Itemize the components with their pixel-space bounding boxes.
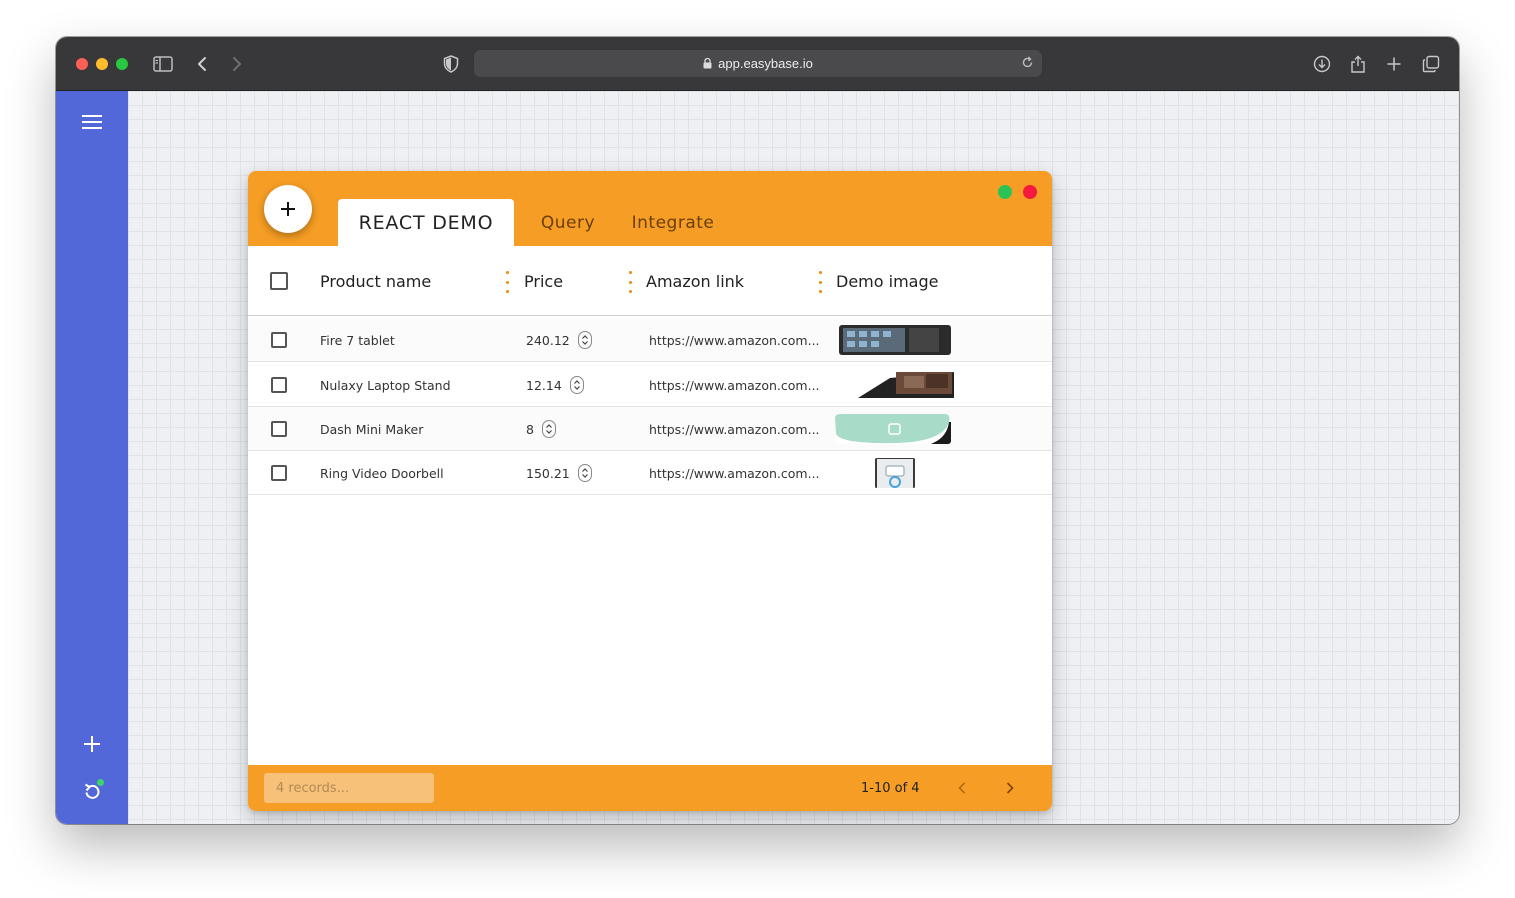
column-menu-icon[interactable] [628, 271, 632, 293]
price-value: 240.12 [526, 332, 570, 348]
menu-icon[interactable] [80, 110, 104, 134]
browser-titlebar: app.easybase.io [56, 37, 1459, 91]
price-stepper[interactable] [577, 464, 592, 482]
sidebar-toggle-icon[interactable] [150, 51, 176, 77]
row-checkbox[interactable] [271, 332, 287, 348]
mini-maker-image[interactable] [835, 414, 951, 444]
price-stepper[interactable] [541, 420, 556, 438]
column-header-product-name[interactable]: Product name [320, 246, 431, 316]
stepper-arrows-icon [581, 335, 588, 345]
table-card: REACT DEMO Query Integrate Product name … [248, 171, 1052, 811]
privacy-shield-icon[interactable] [438, 51, 464, 77]
download-icon[interactable] [1309, 51, 1335, 77]
add-icon[interactable] [80, 732, 104, 756]
workspace-canvas: REACT DEMO Query Integrate Product name … [128, 91, 1459, 824]
product-name-cell[interactable]: Ring Video Doorbell [320, 451, 444, 495]
column-menu-icon[interactable] [505, 271, 509, 293]
price-value: 12.14 [526, 377, 562, 393]
product-name-cell[interactable]: Nulaxy Laptop Stand [320, 363, 451, 407]
forward-arrow-icon[interactable] [224, 51, 250, 77]
card-footer: 1-10 of 4 [248, 765, 1052, 811]
column-header-price[interactable]: Price [524, 246, 563, 316]
status-dot-red[interactable] [1023, 185, 1037, 199]
video-doorbell-image[interactable] [874, 458, 916, 488]
tab-integrate[interactable]: Integrate [628, 199, 718, 246]
price-cell[interactable]: 12.14 [526, 363, 584, 407]
amazon-link-cell[interactable]: https://www.amazon.com... [649, 451, 820, 495]
stepper-arrows-icon [573, 380, 580, 390]
address-bar[interactable]: app.easybase.io [474, 50, 1042, 77]
select-all-checkbox[interactable] [270, 272, 288, 290]
plus-icon [281, 202, 295, 216]
sync-icon[interactable] [80, 779, 104, 803]
records-search-input[interactable] [264, 773, 434, 803]
row-checkbox[interactable] [271, 377, 287, 393]
new-tab-icon[interactable] [1381, 51, 1407, 77]
product-name-cell[interactable]: Dash Mini Maker [320, 407, 423, 451]
close-window-button[interactable] [76, 58, 88, 70]
maximize-window-button[interactable] [116, 58, 128, 70]
column-menu-icon[interactable] [818, 271, 822, 293]
share-icon[interactable] [1345, 51, 1371, 77]
amazon-link-cell[interactable]: https://www.amazon.com... [649, 363, 820, 407]
fire-tablet-image[interactable] [839, 325, 951, 355]
app-sidebar [56, 91, 128, 824]
url-text: app.easybase.io [718, 56, 813, 71]
card-header: REACT DEMO Query Integrate [248, 171, 1052, 246]
row-checkbox[interactable] [271, 421, 287, 437]
table-row[interactable]: Dash Mini Maker 8 https://www.amazon.com… [248, 407, 1052, 451]
row-checkbox[interactable] [271, 465, 287, 481]
column-header-demo-image[interactable]: Demo image [836, 246, 938, 316]
reload-icon[interactable] [1021, 56, 1034, 72]
price-value: 150.21 [526, 465, 570, 481]
status-dot-green[interactable] [998, 185, 1012, 199]
tab-query[interactable]: Query [538, 199, 598, 246]
previous-page-icon[interactable] [951, 777, 973, 799]
browser-window: app.easybase.io REACT DEMO Query Integra… [56, 37, 1459, 824]
product-name-cell[interactable]: Fire 7 tablet [320, 318, 395, 362]
tab-overview-icon[interactable] [1418, 51, 1444, 77]
price-stepper[interactable] [577, 331, 592, 349]
price-stepper[interactable] [569, 376, 584, 394]
column-header-amazon-link[interactable]: Amazon link [646, 246, 744, 316]
amazon-link-cell[interactable]: https://www.amazon.com... [649, 407, 820, 451]
stepper-arrows-icon [546, 424, 552, 434]
price-cell[interactable]: 150.21 [526, 451, 592, 495]
minimize-window-button[interactable] [96, 58, 108, 70]
price-cell[interactable]: 8 [526, 407, 556, 451]
stepper-arrows-icon [581, 468, 588, 478]
back-arrow-icon[interactable] [189, 51, 215, 77]
add-record-button[interactable] [264, 185, 312, 233]
table-header: Product name Price Amazon link Demo imag… [248, 246, 1052, 316]
tab-react-demo[interactable]: REACT DEMO [338, 199, 514, 246]
amazon-link-cell[interactable]: https://www.amazon.com... [649, 318, 820, 362]
price-value: 8 [526, 421, 534, 437]
table-row[interactable]: Fire 7 tablet 240.12 https://www.amazon.… [248, 318, 1052, 362]
lock-icon [703, 58, 712, 69]
table-row[interactable]: Ring Video Doorbell 150.21 https://www.a… [248, 451, 1052, 495]
laptop-stand-image[interactable] [834, 370, 954, 400]
table-row[interactable]: Nulaxy Laptop Stand 12.14 https://www.am… [248, 363, 1052, 407]
next-page-icon[interactable] [999, 777, 1021, 799]
sync-status-dot [97, 779, 104, 786]
pagination-label: 1-10 of 4 [861, 780, 920, 796]
price-cell[interactable]: 240.12 [526, 318, 592, 362]
